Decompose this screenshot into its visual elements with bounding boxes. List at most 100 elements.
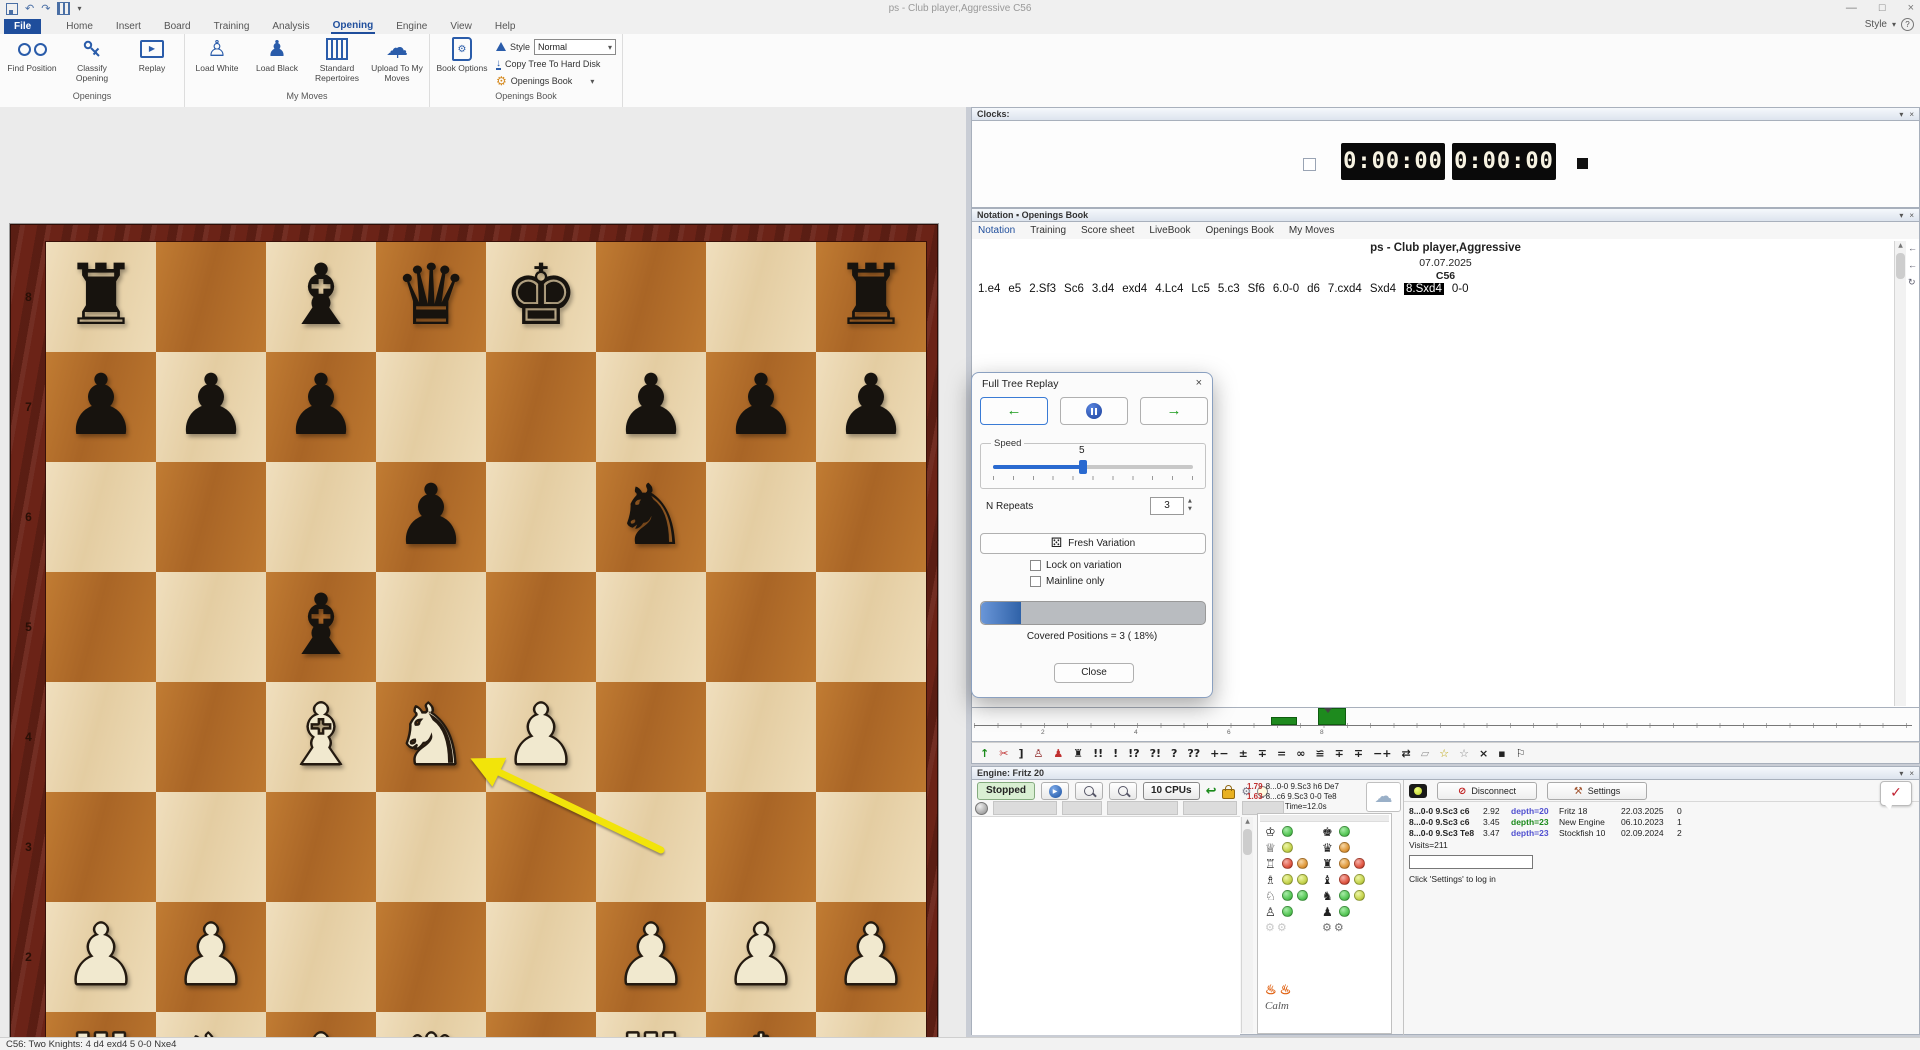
tab-score-sheet[interactable]: Score sheet [1081,225,1134,236]
chess-board[interactable]: ♜♝♛♚♜♟♟♟♟♟♟♟♞♝♝♞♟♟♟♟♟♟♜♞♝♛♜♚ [46,242,926,1050]
lock-icon[interactable] [1222,789,1235,799]
square-d8[interactable]: ♛ [376,242,486,352]
black-b-c8[interactable]: ♝ [266,242,376,352]
style-caret-icon[interactable]: ▾ [1892,20,1896,29]
annotation-symbol-3[interactable]: ♙ [1033,747,1043,760]
speed-slider[interactable] [993,465,1193,469]
move-list[interactable]: 1.e4e52.Sf3Sc63.d4exd44.Lc4Lc55.c3Sf66.0… [978,283,1888,295]
annotation-symbol-25[interactable]: × [1479,747,1488,760]
annotation-symbol-26[interactable]: ▪ [1498,747,1505,760]
square-a8[interactable]: ♜ [46,242,156,352]
annotation-symbol-21[interactable]: ⇄ [1402,747,1411,760]
annotation-symbol-16[interactable]: ∞ [1296,747,1305,760]
standard-repertoires-button[interactable]: Standard Repertoires [311,36,363,83]
upload-my-moves-button[interactable]: ☁↑ Upload To My Moves [371,36,423,83]
black-p-a7[interactable]: ♟ [46,352,156,462]
lock-on-variation-checkbox[interactable] [1030,560,1041,571]
square-f7[interactable]: ♟ [596,352,706,462]
copy-tree-button[interactable]: ↓ Copy Tree To Hard Disk [496,57,616,71]
tab-my-moves[interactable]: My Moves [1289,225,1335,236]
menu-tab-engine[interactable]: Engine [394,20,429,33]
book-options-button[interactable]: ⚙ Book Options [436,36,488,74]
annotation-symbol-0[interactable]: ↑ [980,747,989,760]
annotation-symbol-17[interactable]: ≌ [1315,747,1324,760]
square-e8[interactable]: ♚ [486,242,596,352]
square-f5[interactable] [596,572,706,682]
black-r-a8[interactable]: ♜ [46,242,156,352]
annotation-symbol-1[interactable]: ✂ [999,747,1008,760]
square-a5[interactable] [46,572,156,682]
black-k-e8[interactable]: ♚ [486,242,596,352]
engine-stop-button[interactable]: Stopped [977,782,1035,800]
square-b2[interactable]: ♟ [156,902,266,1012]
openings-book-button[interactable]: ⚙ Openings Book ▾ [496,74,616,88]
square-d7[interactable] [376,352,486,462]
move-4.Lc4[interactable]: 4.Lc4 [1155,283,1183,295]
square-c2[interactable] [266,902,376,1012]
menu-tab-training[interactable]: Training [212,20,252,33]
takeback-icon[interactable]: ↩ [1206,784,1217,799]
square-a7[interactable]: ♟ [46,352,156,462]
move-6.0-0[interactable]: 6.0-0 [1273,283,1299,295]
black-p-b7[interactable]: ♟ [156,352,266,462]
square-h7[interactable]: ♟ [816,352,926,462]
var-back-icon[interactable]: ← [1908,243,1917,253]
black-p-d6[interactable]: ♟ [376,462,486,572]
white-p-f2[interactable]: ♟ [596,902,706,1012]
sphere-icon[interactable] [975,802,988,815]
cloud-engine-button[interactable]: ☁ [1366,782,1401,812]
square-d6[interactable]: ♟ [376,462,486,572]
notation-scrollbar[interactable]: ▲ [1894,241,1906,706]
square-h4[interactable] [816,682,926,792]
tab-training[interactable]: Training [1030,225,1066,236]
slider-thumb[interactable] [1079,460,1087,474]
square-f2[interactable]: ♟ [596,902,706,1012]
square-b4[interactable] [156,682,266,792]
load-white-button[interactable]: ♙ Load White [191,36,243,74]
annotation-symbol-13[interactable]: ± [1239,747,1248,760]
annotation-symbol-18[interactable]: ∓ [1335,747,1344,760]
lets-check-status-button[interactable] [1409,784,1427,798]
annotation-symbol-24[interactable]: ☆ [1459,747,1469,760]
square-g2[interactable]: ♟ [706,902,816,1012]
minimize-button[interactable]: — [1846,2,1857,14]
annotation-symbol-2[interactable]: ] [1018,747,1023,760]
white-p-a2[interactable]: ♟ [46,902,156,1012]
square-g7[interactable]: ♟ [706,352,816,462]
square-d5[interactable] [376,572,486,682]
move-Lc5[interactable]: Lc5 [1191,283,1210,295]
annotation-symbol-12[interactable]: +− [1210,747,1228,760]
square-f3[interactable] [596,792,706,902]
lets-check-row[interactable]: 8...0-0 9.Sc3 c63.45depth=23New Engine06… [1409,817,1691,828]
panel-close-icon[interactable]: × [1909,211,1914,220]
dialog-close-icon[interactable]: × [1196,377,1202,389]
load-black-button[interactable]: ♟ Load Black [251,36,303,74]
move-e5[interactable]: e5 [1008,283,1021,295]
menu-tab-home[interactable]: Home [64,20,95,33]
square-b5[interactable] [156,572,266,682]
square-g3[interactable] [706,792,816,902]
black-p-c7[interactable]: ♟ [266,352,376,462]
square-e4[interactable]: ♟ [486,682,596,792]
menu-tab-view[interactable]: View [448,20,474,33]
square-g8[interactable] [706,242,816,352]
n-repeats-spinner[interactable]: ▲▼ [1188,497,1192,513]
square-e5[interactable] [486,572,596,682]
annotation-symbol-10[interactable]: ? [1171,747,1177,760]
lets-check-row[interactable]: 8...0-0 9.Sc3 c62.92depth=20Fritz 1822.0… [1409,806,1691,817]
square-h5[interactable] [816,572,926,682]
menu-tab-analysis[interactable]: Analysis [270,20,311,33]
white-b-c4[interactable]: ♝ [266,682,376,792]
menu-tab-file[interactable]: File [4,19,41,34]
lets-check-row[interactable]: 8...0-0 9.Sc3 Te83.47depth=23Stockfish 1… [1409,828,1691,839]
square-h3[interactable] [816,792,926,902]
square-a2[interactable]: ♟ [46,902,156,1012]
black-r-h8[interactable]: ♜ [816,242,926,352]
white-n-d4[interactable]: ♞ [376,682,486,792]
square-g6[interactable] [706,462,816,572]
annotation-symbol-22[interactable]: ▱ [1421,747,1429,760]
analysis-plus-button[interactable] [1075,782,1103,800]
panel-close-icon[interactable]: × [1909,769,1914,778]
annotation-symbol-20[interactable]: −+ [1373,747,1391,760]
style-menu[interactable]: Style [1865,19,1887,30]
